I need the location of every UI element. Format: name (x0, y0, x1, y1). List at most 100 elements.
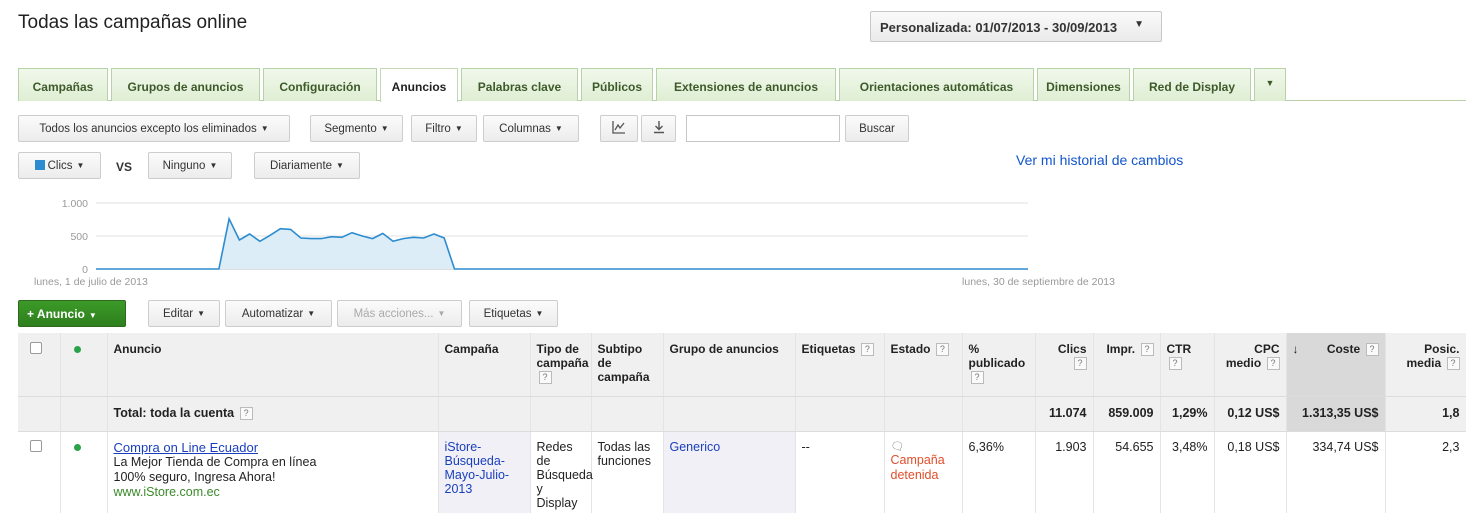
col-ad-group[interactable]: Grupo de anuncios (663, 333, 796, 397)
help-icon[interactable]: ? (239, 406, 253, 420)
help-icon[interactable]: ? (1365, 343, 1379, 356)
col-ad-group-label: Grupo de anuncios (669, 342, 779, 356)
toggle-graph-button[interactable] (600, 115, 638, 142)
tab-campanas[interactable]: Campañas (18, 68, 108, 101)
download-icon (653, 121, 664, 134)
ad-description-line-2: 100% seguro, Ingresa Ahora! (113, 469, 276, 484)
date-range-selector[interactable]: Personalizada: 01/07/2013 - 30/09/2013 ▼ (870, 11, 1162, 42)
chevron-down-icon: ▼ (1265, 78, 1275, 88)
tab-grupos-de-anuncios[interactable]: Grupos de anuncios (111, 68, 260, 101)
tab-dimensiones[interactable]: Dimensiones (1037, 68, 1130, 101)
labels-dropdown[interactable]: Etiquetas ▼ (469, 300, 558, 327)
col-clicks[interactable]: Clics ? (1035, 333, 1094, 397)
chevron-down-icon: ▼ (88, 311, 97, 320)
campaign-cell: iStore-Búsqueda-Mayo-Julio-2013 (438, 431, 531, 513)
tab-configuracion[interactable]: Configuración (263, 68, 377, 101)
compare-metric-label: Ninguno (162, 160, 206, 172)
ad-cell: Compra on Line Ecuador La Mejor Tienda d… (107, 431, 439, 513)
col-ad[interactable]: Anuncio (107, 333, 439, 397)
col-impr-label: Impr. (1106, 342, 1136, 356)
tab-red-de-display[interactable]: Red de Display (1133, 68, 1251, 101)
table-header-row: Anuncio Campaña Tipo de campaña ? Subtip… (18, 333, 1466, 397)
total-clicks: 11.074 (1035, 396, 1094, 432)
line-chart-icon (612, 121, 625, 134)
metric-label: Clics (47, 160, 73, 172)
new-ad-button[interactable]: + Anuncio ▼ (18, 300, 126, 327)
total-ctr: 1,29% (1160, 396, 1215, 432)
col-impr[interactable]: Impr. ? (1093, 333, 1161, 397)
help-icon[interactable]: ? (538, 371, 552, 384)
help-icon[interactable]: ? (1073, 357, 1087, 370)
segment-label: Segmento (324, 123, 377, 135)
metric-dropdown[interactable]: Clics ▼ (18, 152, 101, 179)
col-campaign-subtype-label: Subtipo de campaña (597, 342, 650, 384)
filter-label: Filtro (425, 123, 451, 135)
total-impr: 859.009 (1093, 396, 1161, 432)
impr-cell: 54.655 (1093, 431, 1161, 513)
compare-metric-dropdown[interactable]: Ninguno ▼ (148, 152, 232, 179)
help-icon[interactable]: ? (970, 371, 984, 384)
col-pct-published[interactable]: % publicado ? (962, 333, 1036, 397)
interval-dropdown[interactable]: Diariamente ▼ (254, 152, 360, 179)
table-row[interactable]: Compra on Line Ecuador La Mejor Tienda d… (18, 431, 1466, 513)
filter-dropdown[interactable]: Filtro ▼ (411, 115, 477, 142)
chevron-down-icon: ▼ (260, 124, 269, 133)
clicks-cell: 1.903 (1035, 431, 1094, 513)
download-report-button[interactable] (641, 115, 676, 142)
col-cost[interactable]: ↓ Coste ? (1286, 333, 1386, 397)
row-checkbox[interactable] (30, 439, 42, 452)
change-history-link[interactable]: Ver mi historial de cambios (1016, 152, 1183, 168)
more-tabs-button[interactable]: ▼ (1254, 68, 1286, 101)
select-all-checkbox[interactable] (30, 342, 42, 354)
col-campaign-subtype[interactable]: Subtipo de campaña (591, 333, 664, 397)
y-tick-label: 1.000 (62, 198, 88, 210)
tab-palabras-clave[interactable]: Palabras clave (461, 68, 578, 101)
chevron-down-icon: ▼ (535, 309, 544, 318)
col-campaign-label: Campaña (444, 342, 499, 356)
enabled-status-icon[interactable] (73, 443, 81, 451)
search-button[interactable]: Buscar (845, 115, 909, 142)
tab-orientaciones-automaticas[interactable]: Orientaciones automáticas (839, 68, 1034, 101)
chevron-down-icon: ▼ (209, 161, 218, 170)
edit-label: Editar (163, 308, 194, 320)
pct-published-cell: 6,36% (962, 431, 1036, 513)
help-icon[interactable]: ? (1446, 357, 1460, 370)
col-clicks-label: Clics (1057, 342, 1087, 356)
filter-view-label: Todos los anuncios excepto los eliminado… (39, 123, 257, 135)
col-cpc[interactable]: CPC medio ? (1214, 333, 1287, 397)
ad-title-link[interactable]: Compra on Line Ecuador (114, 440, 432, 455)
chevron-down-icon: ▼ (336, 161, 344, 170)
tab-anuncios[interactable]: Anuncios (380, 68, 458, 102)
help-icon[interactable]: ? (860, 343, 874, 356)
total-label-text: Total: toda la cuenta (113, 405, 235, 420)
col-campaign[interactable]: Campaña (438, 333, 531, 397)
automate-dropdown[interactable]: Automatizar ▼ (225, 300, 332, 327)
filter-view-dropdown[interactable]: Todos los anuncios excepto los eliminado… (18, 115, 290, 142)
ads-table: Anuncio Campaña Tipo de campaña ? Subtip… (18, 333, 1466, 513)
speech-bubble-icon[interactable]: 🗨 (891, 440, 956, 453)
col-status[interactable]: Estado ? (884, 333, 963, 397)
col-labels[interactable]: Etiquetas ? (795, 333, 885, 397)
help-icon[interactable]: ? (935, 343, 949, 356)
tab-extensiones-de-anuncios[interactable]: Extensiones de anuncios (656, 68, 836, 101)
col-position[interactable]: Posic. media ? (1385, 333, 1466, 397)
ad-group-link[interactable]: Generico (670, 440, 721, 454)
cpc-cell: 0,18 US$ (1214, 431, 1287, 513)
help-icon[interactable]: ? (1168, 357, 1182, 370)
campaign-subtype-cell: Todas las funciones (591, 431, 664, 513)
search-input[interactable] (686, 115, 840, 142)
campaign-link[interactable]: iStore-Búsqueda-Mayo-Julio-2013 (445, 440, 510, 496)
campaign-type-cell: Redes de Búsqueda y Display (530, 431, 593, 513)
more-actions-dropdown[interactable]: Más acciones... ▼ (337, 300, 462, 327)
tab-publicos[interactable]: Públicos (581, 68, 653, 101)
segment-dropdown[interactable]: Segmento ▼ (310, 115, 403, 142)
x-start-label: lunes, 1 de julio de 2013 (34, 276, 148, 288)
col-campaign-type[interactable]: Tipo de campaña ? (530, 333, 592, 397)
help-icon[interactable]: ? (1266, 357, 1280, 370)
help-icon[interactable]: ? (1140, 343, 1154, 356)
columns-dropdown[interactable]: Columnas ▼ (483, 115, 579, 142)
ad-group-cell: Generico (663, 431, 796, 513)
labels-label: Etiquetas (483, 308, 532, 320)
edit-dropdown[interactable]: Editar ▼ (148, 300, 220, 327)
col-ctr[interactable]: CTR ? (1160, 333, 1215, 397)
